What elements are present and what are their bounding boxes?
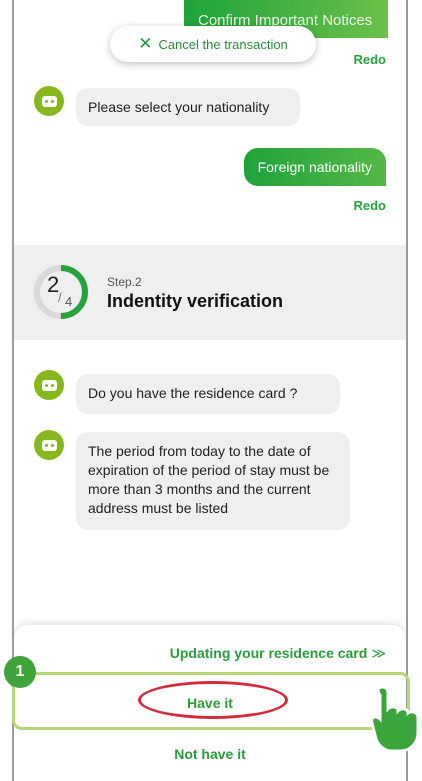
cancel-transaction-label: Cancel the transaction — [158, 36, 288, 52]
step-title: Indentity verification — [107, 291, 284, 311]
close-icon: ✕ — [138, 34, 153, 53]
step-label: Step.2 — [107, 275, 142, 289]
cancel-transaction-button[interactable]: ✕ Cancel the transaction — [110, 26, 316, 62]
phone-screen: Confirm Important Notices ✕ Cancel the t… — [12, 0, 408, 781]
double-chevron-right-icon: ≫ — [371, 645, 386, 661]
redo-link-1[interactable]: Redo — [354, 52, 387, 67]
redo-link-2[interactable]: Redo — [354, 198, 387, 213]
step-progress-ring: 2 / 4 — [32, 263, 90, 321]
updating-residence-card-option[interactable]: Updating your residence card ≫ — [170, 645, 386, 662]
bot-message: The period from today to the date of exp… — [76, 432, 350, 530]
bot-message: Please select your nationality — [76, 88, 300, 126]
bot-avatar-icon — [34, 370, 64, 400]
bot-avatar-icon — [34, 430, 64, 460]
bot-message: Do you have the residence card ? — [76, 374, 340, 414]
bot-avatar-icon — [34, 86, 64, 116]
step-total: 4 — [65, 294, 73, 309]
not-have-it-option[interactable]: Not have it — [14, 746, 406, 762]
pointing-hand-icon — [370, 685, 420, 753]
updating-residence-card-label: Updating your residence card — [169, 645, 368, 661]
user-message: Foreign nationality — [243, 148, 386, 186]
highlight-ring — [138, 681, 288, 719]
step-header: 2 / 4 Step.2 Indentity verification — [14, 245, 406, 340]
step-badge: 1 — [4, 656, 36, 688]
